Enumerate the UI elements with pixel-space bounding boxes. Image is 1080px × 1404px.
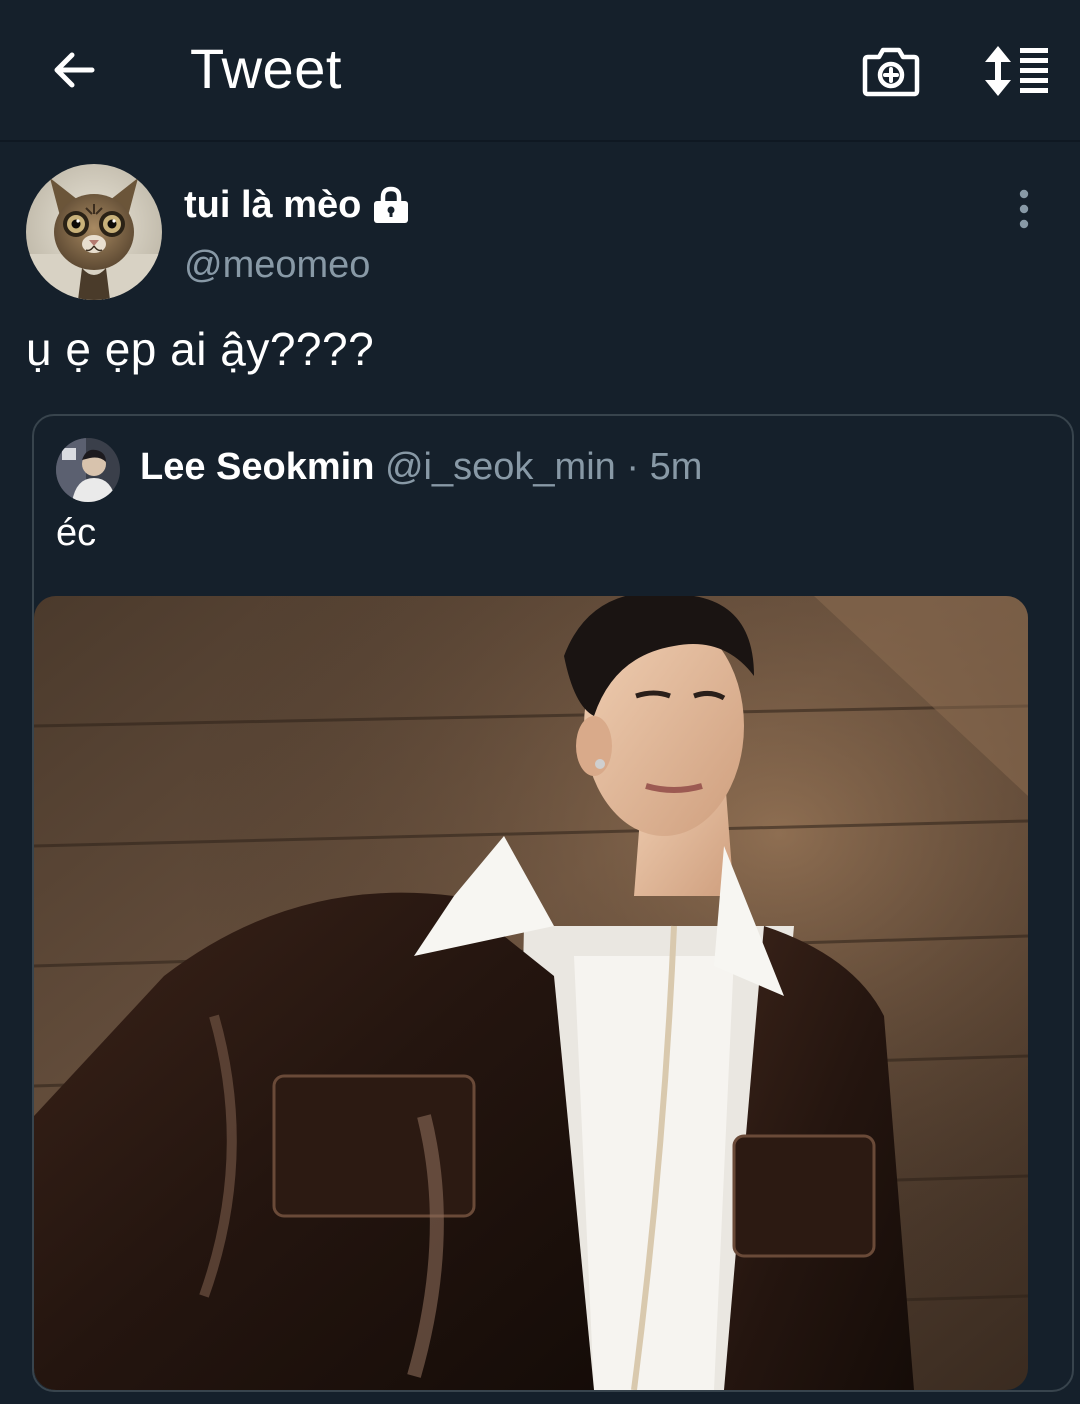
quoted-timestamp: 5m [649, 446, 703, 488]
author-handle[interactable]: @meomeo [184, 244, 370, 287]
separator-dot: · [626, 446, 639, 488]
tweet-text: ụ ẹ ẹp ai ậy???? [26, 323, 375, 375]
arrow-left-icon [54, 52, 95, 88]
camera-button[interactable] [858, 38, 924, 104]
cat-avatar [26, 164, 162, 300]
back-button[interactable] [44, 40, 104, 100]
quoted-media-photo[interactable] [34, 596, 1028, 1390]
sort-button[interactable] [980, 38, 1054, 104]
more-options-button[interactable] [1002, 184, 1046, 234]
lock-icon [371, 185, 411, 225]
person-avatar [56, 438, 120, 502]
author-name-row: tui là mèo [184, 180, 411, 230]
quoted-text: éc [56, 512, 97, 554]
quoted-author-handle: @i_seok_min [384, 446, 616, 488]
quoted-author-name: Lee Seokmin [140, 446, 375, 488]
author-name[interactable]: tui là mèo [184, 184, 361, 227]
sort-list-icon [985, 46, 1048, 96]
more-vertical-icon [1019, 189, 1029, 229]
author-avatar[interactable] [26, 164, 162, 300]
tweet-detail-screen: Tweet tui là mèo @meomeo ụ ẹ ẹp ai ậy???… [0, 0, 1080, 1404]
quoted-tweet-card[interactable]: Lee Seokmin @i_seok_min · 5m éc [32, 414, 1074, 1392]
photo-image [34, 596, 1028, 1390]
page-title: Tweet [190, 37, 342, 100]
quoted-header: Lee Seokmin @i_seok_min · 5m [140, 446, 702, 489]
camera-plus-icon [862, 47, 920, 97]
quoted-author-avatar [56, 438, 120, 502]
top-bar: Tweet [0, 0, 1080, 142]
